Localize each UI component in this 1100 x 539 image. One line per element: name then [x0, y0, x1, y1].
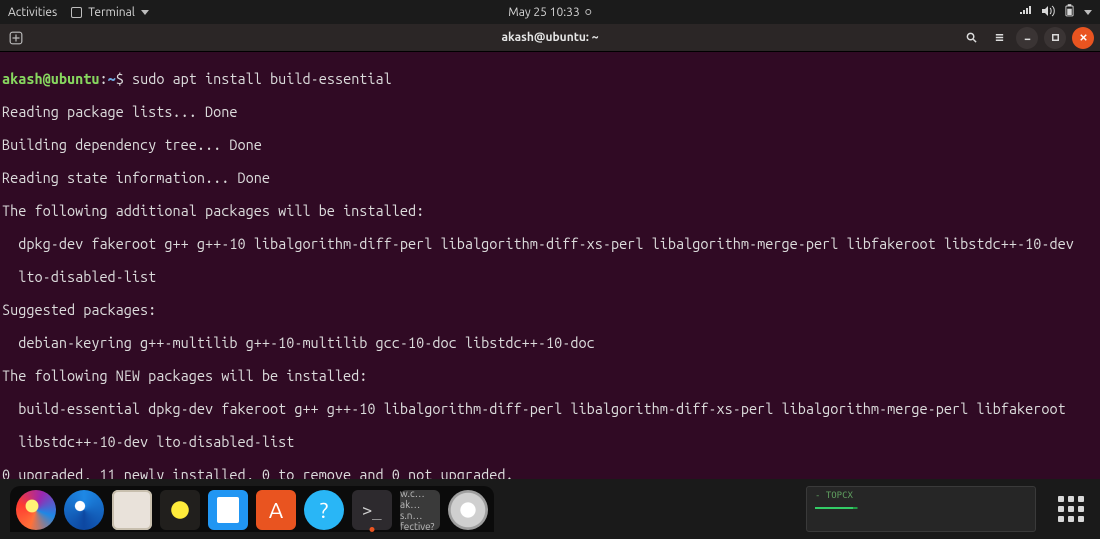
output-line: Suggested packages: [2, 302, 1098, 319]
new-tab-button[interactable] [6, 28, 26, 48]
dock-area: A ? >_ w.c…ak…s.n…fective? - TOPCX [0, 479, 1100, 539]
search-button[interactable] [960, 27, 982, 49]
help-icon[interactable]: ? [304, 490, 344, 530]
rhythmbox-icon[interactable] [160, 490, 200, 530]
output-line: build-essential dpkg-dev fakeroot g++ g+… [2, 401, 1098, 418]
output-line: Building dependency tree... Done [2, 137, 1098, 154]
firefox-icon[interactable] [16, 490, 56, 530]
clock-label: May 25 10:33 [508, 6, 579, 19]
todo-dock-icon[interactable]: w.c…ak…s.n…fective? [400, 490, 440, 530]
terminal-dock-icon[interactable]: >_ [352, 490, 392, 530]
ubuntu-software-icon[interactable]: A [256, 490, 296, 530]
output-line: Reading package lists... Done [2, 104, 1098, 121]
panel-graph [815, 507, 1027, 509]
prompt-userhost: akash@ubuntu [2, 70, 99, 87]
volume-icon [1041, 5, 1055, 20]
app-menu-label: Terminal [88, 6, 135, 19]
show-applications-button[interactable] [1052, 490, 1090, 528]
dock: A ? >_ w.c…ak…s.n…fective? [10, 486, 494, 532]
files-icon[interactable] [112, 490, 152, 530]
output-line: 0 upgraded, 11 newly installed, 0 to rem… [2, 467, 1098, 480]
output-line: dpkg-dev fakeroot g++ g++-10 libalgorith… [2, 236, 1098, 253]
notification-dot-icon [586, 9, 592, 15]
clock[interactable]: May 25 10:33 [508, 6, 591, 19]
app-menu[interactable]: Terminal [71, 6, 149, 19]
activities-button[interactable]: Activities [8, 6, 57, 19]
gnome-top-bar: Activities Terminal May 25 10:33 [0, 0, 1100, 24]
output-line: The following additional packages will b… [2, 203, 1098, 220]
chevron-down-icon [141, 10, 149, 15]
thunderbird-icon[interactable] [64, 490, 104, 530]
system-status-area[interactable] [1019, 4, 1092, 20]
output-line: Reading state information... Done [2, 170, 1098, 187]
terminal-header-bar: akash@ubuntu: ~ [0, 24, 1100, 52]
prompt-line: akash@ubuntu:~$ sudo apt install build-e… [2, 71, 1098, 88]
maximize-button[interactable] [1044, 27, 1066, 49]
output-line: lto-disabled-list [2, 269, 1098, 286]
panel-label: - TOPCX [815, 491, 1027, 501]
libreoffice-writer-icon[interactable] [208, 490, 248, 530]
output-line: debian-keyring g++-multilib g++-10-multi… [2, 335, 1098, 352]
close-button[interactable] [1072, 27, 1094, 49]
window-title: akash@ubuntu: ~ [502, 31, 599, 44]
terminal-viewport[interactable]: akash@ubuntu:~$ sudo apt install build-e… [0, 52, 1100, 479]
output-line: libstdc++-10-dev lto-disabled-list [2, 434, 1098, 451]
disc-icon[interactable] [448, 490, 488, 530]
chevron-down-icon [1084, 10, 1092, 15]
minimize-button[interactable] [1016, 27, 1038, 49]
terminal-app-icon [71, 7, 82, 18]
system-monitor-panel[interactable]: - TOPCX [806, 486, 1036, 532]
hamburger-menu-button[interactable] [988, 27, 1010, 49]
prompt-cwd: ~ [108, 70, 116, 87]
battery-icon [1065, 4, 1074, 20]
command-text: sudo apt install build-essential [132, 70, 392, 87]
network-icon [1019, 5, 1031, 20]
output-line: The following NEW packages will be insta… [2, 368, 1098, 385]
